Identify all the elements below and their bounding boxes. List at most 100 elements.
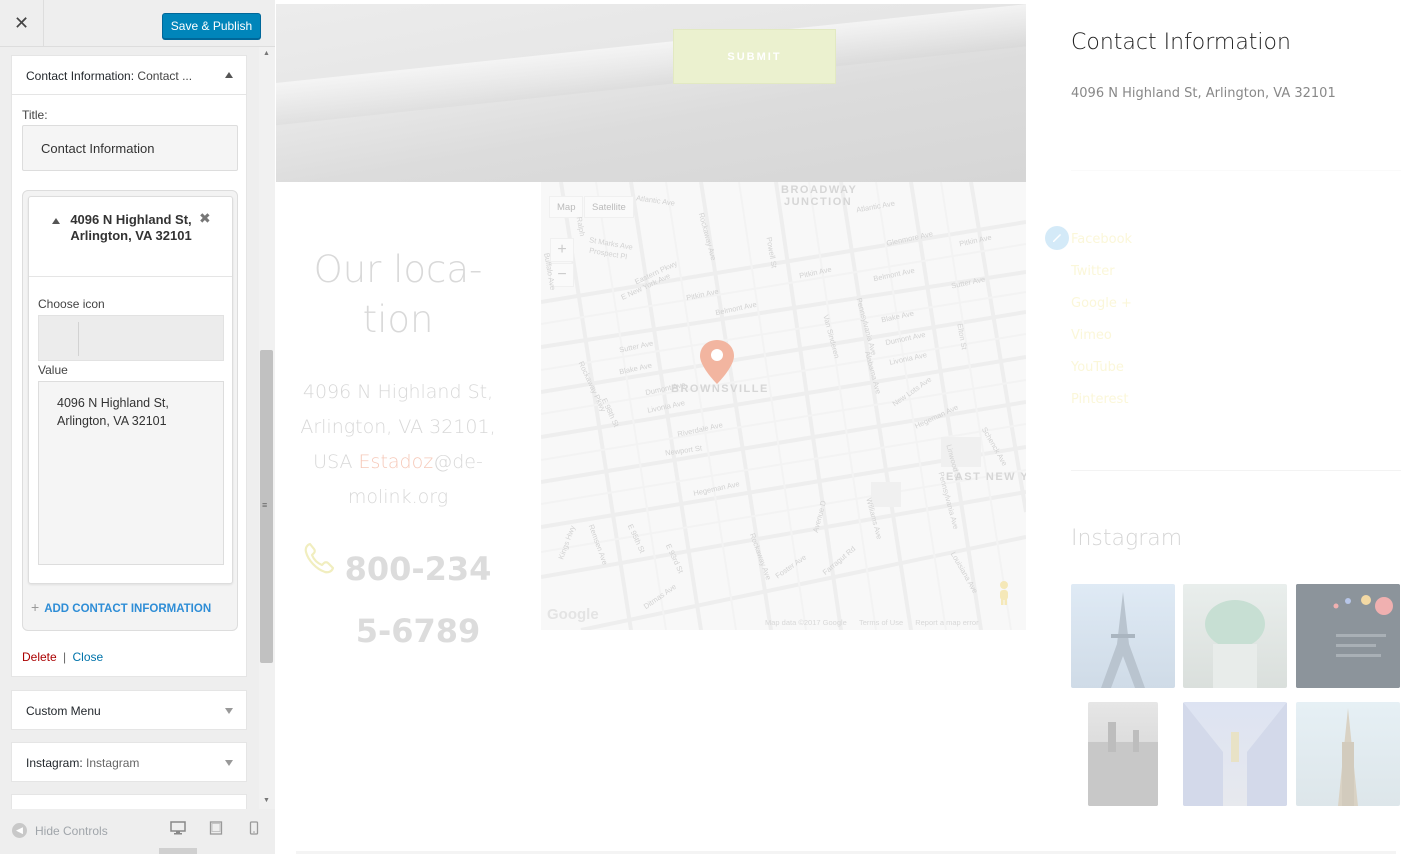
address-line: USA Estadoz@de-: [296, 445, 500, 480]
phone-line: 5-6789: [355, 612, 481, 650]
instagram-photo[interactable]: [1296, 702, 1400, 806]
hero-section: SUBMIT: [276, 4, 1026, 182]
close-customizer-button[interactable]: ✕: [0, 0, 44, 47]
scroll-down-icon[interactable]: ▼: [263, 797, 270, 804]
footer-tab: [159, 848, 197, 854]
value-label: Value: [38, 363, 68, 377]
instagram-photo[interactable]: [1183, 702, 1287, 806]
widget-instagram[interactable]: Instagram: Instagram: [11, 742, 247, 782]
sidebar-divider: [1071, 470, 1401, 471]
map-footer: Map data ©2017 Google Terms of Use Repor…: [765, 618, 979, 627]
widget-title-instance: Contact ...: [137, 69, 193, 83]
instagram-photo[interactable]: [1183, 584, 1287, 688]
remove-item-icon[interactable]: ✖: [199, 210, 211, 227]
contact-item-title: 4096 N Highland St, Arlington, VA 32101: [70, 212, 192, 243]
social-link-pinterest[interactable]: Pinterest: [1071, 384, 1132, 416]
sidebar-contact-address: 4096 N Highland St, Arlington, VA 32101: [1071, 86, 1336, 101]
location-heading: Our loca- tion: [296, 245, 500, 345]
delete-widget-link[interactable]: Delete: [22, 650, 57, 664]
choose-icon-label: Choose icon: [38, 297, 105, 311]
collapse-sidebar-icon: ◀: [12, 823, 27, 838]
instagram-photo[interactable]: [1296, 584, 1400, 688]
widget-contact-header[interactable]: Contact Information: Contact ...: [12, 56, 246, 95]
social-links-list: Facebook Twitter Google + Vimeo YouTube …: [1071, 224, 1132, 416]
location-heading-line: tion: [362, 298, 434, 341]
expand-arrow-icon[interactable]: [225, 708, 233, 714]
social-link-google-plus[interactable]: Google +: [1071, 288, 1132, 320]
contact-item-header[interactable]: 4096 N Highland St, Arlington, VA 32101 …: [29, 197, 232, 277]
mobile-preview-icon[interactable]: [249, 821, 259, 840]
google-map[interactable]: Map Satellite + − BROADWAY JUNCTION BROW…: [541, 182, 1026, 630]
widget-partial[interactable]: [11, 794, 247, 809]
title-field-label: Title:: [22, 108, 48, 122]
close-icon: ✕: [13, 13, 30, 33]
resize-grip-icon[interactable]: ≡: [262, 500, 267, 510]
location-phone: 800-234 5-6789: [318, 538, 518, 662]
map-type-satellite-button[interactable]: Satellite: [584, 196, 634, 218]
map-area-label: BROADWAY: [781, 184, 858, 196]
location-heading-line: Our loca-: [313, 248, 483, 291]
widget-contact-information: Contact Information: Contact ... Title: …: [11, 55, 247, 677]
collapse-arrow-icon[interactable]: [225, 72, 233, 78]
collapse-item-icon[interactable]: [52, 218, 60, 224]
customizer-panel: ✕ Save & Publish Contact Information: Co…: [0, 0, 275, 854]
map-pin-icon[interactable]: [698, 338, 736, 391]
address-email-accent[interactable]: Estadoz: [359, 451, 434, 473]
widget-title-instance: Instagram: [86, 756, 140, 770]
social-link-facebook[interactable]: Facebook: [1071, 224, 1132, 256]
address-line: 4096 N Highland St,: [302, 381, 494, 403]
sidebar-contact-title: Contact Information: [1071, 30, 1291, 55]
widget-custom-menu[interactable]: Custom Menu: [11, 690, 247, 730]
hide-controls-button[interactable]: ◀ Hide Controls: [12, 823, 108, 838]
plus-icon: +: [31, 599, 40, 615]
map-area-label: JUNCTION: [784, 196, 853, 208]
google-logo: Google: [547, 606, 599, 623]
add-contact-information-button[interactable]: + ADD CONTACT INFORMATION: [31, 599, 211, 615]
tablet-preview-icon[interactable]: [209, 821, 223, 840]
zoom-in-button[interactable]: +: [550, 238, 574, 262]
address-line: Arlington, VA 32101,: [300, 416, 496, 438]
phone-line: 800-234: [344, 550, 492, 588]
map-data-attribution: Map data ©2017 Google: [765, 618, 847, 627]
widget-title: Contact Information:: [26, 69, 135, 83]
social-link-vimeo[interactable]: Vimeo: [1071, 320, 1132, 352]
widget-actions: Delete | Close: [22, 650, 103, 664]
social-link-youtube[interactable]: YouTube: [1071, 352, 1132, 384]
location-address: 4096 N Highland St, Arlington, VA 32101,…: [296, 375, 500, 515]
street-view-pegman-icon[interactable]: [995, 580, 1013, 611]
hide-controls-label: Hide Controls: [35, 823, 108, 838]
social-link-twitter[interactable]: Twitter: [1071, 256, 1132, 288]
sidebar-divider: [1071, 170, 1401, 171]
terms-link[interactable]: Terms of Use: [859, 618, 903, 627]
sidebar-instagram-title: Instagram: [1071, 526, 1183, 551]
widget-title: Instagram:: [26, 756, 83, 770]
report-map-error-link[interactable]: Report a map error: [915, 618, 978, 627]
expand-arrow-icon[interactable]: [225, 760, 233, 766]
site-preview: SUBMIT Our loca- tion 4096 N Highland St…: [276, 0, 1419, 854]
address-country: USA: [313, 451, 353, 473]
panel-header: ✕ Save & Publish: [0, 0, 275, 47]
value-textarea[interactable]: 4096 N Highland St, Arlington, VA 32101: [38, 381, 224, 565]
instagram-photo[interactable]: [1071, 584, 1175, 688]
hero-stripe: [276, 4, 1026, 129]
save-publish-button[interactable]: Save & Publish: [162, 13, 261, 39]
edit-shortcut-pencil-icon[interactable]: [1045, 226, 1069, 250]
widget-title: Custom Menu: [26, 704, 101, 718]
instagram-photo[interactable]: [1088, 702, 1158, 806]
action-separator: |: [63, 650, 67, 664]
panel-footer: ◀ Hide Controls: [0, 809, 275, 854]
desktop-preview-icon[interactable]: [170, 821, 186, 840]
contact-repeater: 4096 N Highland St, Arlington, VA 32101 …: [22, 190, 238, 631]
close-widget-link[interactable]: Close: [73, 650, 104, 664]
customizer-app: ✕ Save & Publish Contact Information: Co…: [0, 0, 1419, 854]
contact-item: 4096 N Highland St, Arlington, VA 32101 …: [28, 196, 233, 584]
submit-button[interactable]: SUBMIT: [673, 29, 836, 84]
title-input[interactable]: [22, 125, 238, 171]
scroll-up-icon[interactable]: ▲: [263, 50, 270, 57]
map-type-map-button[interactable]: Map: [549, 196, 584, 218]
add-contact-label: ADD CONTACT INFORMATION: [44, 603, 212, 615]
address-line: molink.org: [347, 486, 449, 508]
icon-picker-divider: [78, 322, 79, 356]
icon-picker[interactable]: [38, 315, 224, 361]
address-email: @de-: [433, 451, 483, 473]
